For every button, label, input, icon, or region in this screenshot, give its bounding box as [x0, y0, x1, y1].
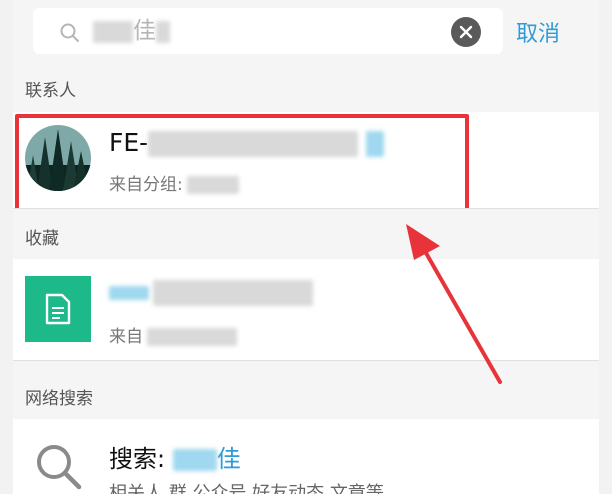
section-header-favorites: 收藏 [13, 209, 599, 259]
section-header-web-search: 网络搜索 [13, 361, 599, 419]
annotation-arrow [406, 224, 502, 384]
cancel-button[interactable]: 取消 [516, 16, 560, 48]
highlight-box [15, 114, 469, 214]
search-input[interactable]: 佳 [33, 8, 503, 54]
search-header: 佳 取消 [13, 0, 599, 70]
document-tile [25, 276, 91, 342]
close-icon [459, 25, 473, 39]
search-query: 佳 [93, 16, 170, 46]
web-search-title: 搜索: 佳 [109, 445, 241, 473]
document-icon [45, 293, 71, 325]
frame-left-edge [0, 0, 13, 494]
frame-right-edge [599, 0, 612, 494]
search-icon [37, 445, 82, 490]
search-icon [60, 23, 79, 42]
section-header-contacts: 联系人 [13, 70, 599, 112]
clear-search-button[interactable] [451, 17, 481, 47]
favorite-title [109, 277, 313, 306]
favorite-source: 来自 [109, 322, 237, 347]
web-search-result-item[interactable]: 搜索: 佳 相关人 群 公众号 好友动态 文章等 [13, 419, 599, 494]
favorite-result-item[interactable]: 来自 [13, 259, 599, 360]
web-search-categories: 相关人 群 公众号 好友动态 文章等 [109, 483, 384, 494]
